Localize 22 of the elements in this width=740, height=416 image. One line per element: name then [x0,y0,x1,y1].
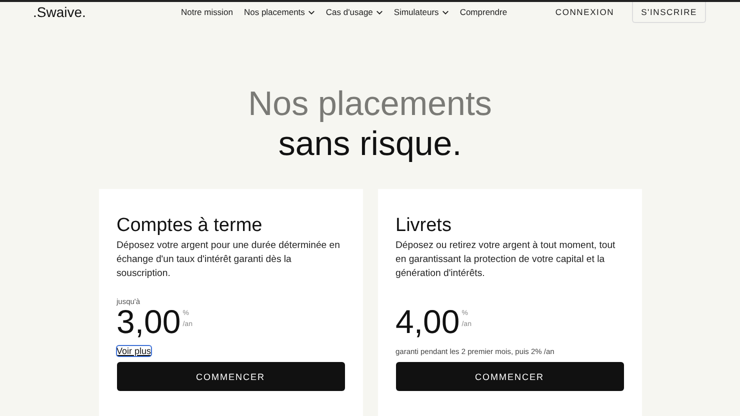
nav-link[interactable]: Cas d'usage [326,7,383,17]
logo[interactable]: .Swaive. [33,4,181,20]
card-description: Déposez ou retirez votre argent à tout moment, tout en garantissant la protection de votre capital et la génération d'intérêts. [396,239,616,281]
card-title: Livrets [396,215,452,237]
card-title: Comptes à terme [116,215,264,237]
nav-link[interactable]: Notre mission [181,7,233,17]
chevron-down-icon[interactable] [308,10,315,14]
nav-link[interactable]: Simulateurs [394,7,449,17]
chevron-down-icon[interactable] [376,10,383,14]
rate-value: 4,00 [396,304,460,340]
signup-button[interactable]: S'INSCRIRE [632,2,706,22]
start-button[interactable]: COMMENCER [396,362,624,391]
card-description: Déposez votre argent pour une durée déterminée en échange d'un taux d'intérêt garanti dès la souscription. [116,239,341,281]
nav-link[interactable]: Comprendre [460,7,508,17]
login-link[interactable]: CONNEXION [555,7,614,17]
hero-title: Nos placements [247,84,493,124]
hero-subtitle: sans risque. [277,124,463,164]
rate-value: 3,00 [116,304,181,340]
chevron-down-icon[interactable] [442,10,449,14]
more-link[interactable]: Voir plus [116,346,152,356]
nav-link[interactable]: Nos placements [244,7,315,17]
start-button[interactable]: COMMENCER [116,362,344,391]
